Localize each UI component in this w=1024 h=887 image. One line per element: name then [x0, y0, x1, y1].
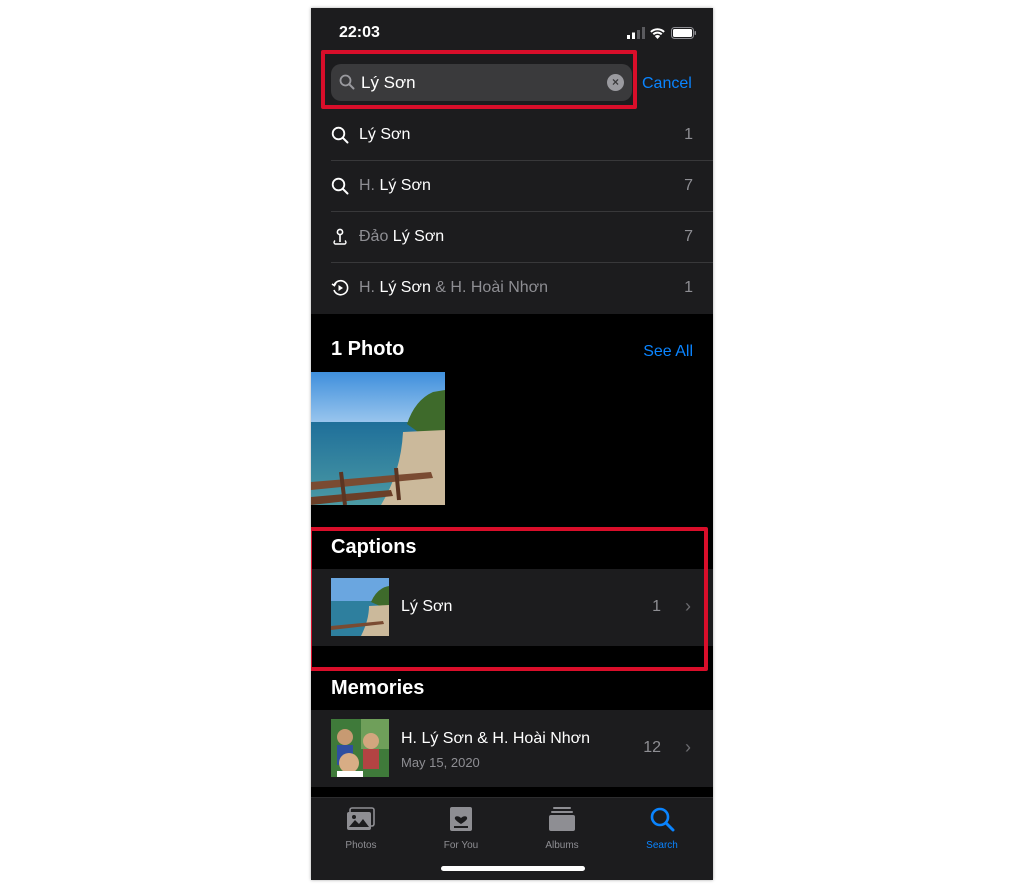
tab-label: Photos — [345, 840, 377, 851]
suggestion-label: H. Lý Sơn & H. Hoài Nhơn — [359, 279, 549, 296]
suggestion-count: 7 — [684, 177, 693, 194]
memory-thumbnail — [331, 719, 389, 777]
home-indicator — [441, 866, 585, 871]
for-you-icon — [411, 806, 511, 832]
photos-icon — [311, 806, 411, 832]
suggestion-item[interactable]: Lý Sơn 1 — [311, 110, 713, 161]
tab-albums[interactable]: Albums — [512, 806, 612, 851]
memory-count: 12 — [643, 739, 661, 756]
cancel-button[interactable]: Cancel — [642, 75, 692, 93]
tab-photos[interactable]: Photos — [311, 806, 411, 851]
suggestion-item[interactable]: H. Lý Sơn 7 — [311, 161, 713, 212]
status-icons — [627, 26, 697, 40]
highlight-box-captions — [311, 527, 708, 671]
memories-section-title: Memories — [331, 677, 425, 699]
memory-row[interactable]: H. Lý Sơn & H. Hoài Nhơn May 15, 2020 12… — [311, 710, 713, 787]
search-icon — [612, 806, 712, 832]
photo-thumbnail[interactable] — [311, 372, 445, 505]
search-icon — [331, 126, 349, 144]
memory-date: May 15, 2020 — [401, 755, 480, 770]
suggestion-item[interactable]: H. Lý Sơn & H. Hoài Nhơn 1 — [311, 263, 713, 314]
search-suggestions: Lý Sơn 1 H. Lý Sơn 7 Đảo Lý Sơn 7 H. Lý … — [311, 110, 713, 314]
memories-icon — [331, 279, 349, 297]
suggestion-count: 7 — [684, 228, 693, 245]
phone-screen: 22:03 Lý Sơn × Cancel Lý Sơn 1 H. Lý Sơn… — [311, 8, 713, 880]
suggestion-label: Lý Sơn — [359, 126, 411, 143]
tab-label: Search — [646, 840, 678, 851]
status-time: 22:03 — [339, 24, 380, 41]
suggestion-count: 1 — [684, 126, 693, 143]
tab-for-you[interactable]: For You — [411, 806, 511, 851]
cellular-signal-icon — [627, 26, 645, 44]
chevron-right-icon: › — [685, 737, 691, 757]
highlight-box-search — [321, 50, 637, 109]
albums-icon — [512, 806, 612, 832]
memory-title: H. Lý Sơn & H. Hoài Nhơn — [401, 730, 591, 747]
tab-label: Albums — [545, 840, 579, 851]
suggestion-count: 1 — [684, 279, 693, 296]
tab-label: For You — [443, 840, 479, 851]
tab-search[interactable]: Search — [612, 806, 712, 851]
wifi-icon — [649, 26, 666, 44]
status-bar: 22:03 — [311, 8, 713, 56]
suggestion-item[interactable]: Đảo Lý Sơn 7 — [311, 212, 713, 263]
suggestion-label: H. Lý Sơn — [359, 177, 431, 194]
search-icon — [331, 177, 349, 195]
see-all-button[interactable]: See All — [643, 343, 693, 361]
suggestion-label: Đảo Lý Sơn — [359, 228, 445, 245]
battery-icon — [671, 26, 697, 44]
photos-section-title: 1 Photo — [331, 338, 405, 360]
location-pin-icon — [331, 228, 349, 246]
